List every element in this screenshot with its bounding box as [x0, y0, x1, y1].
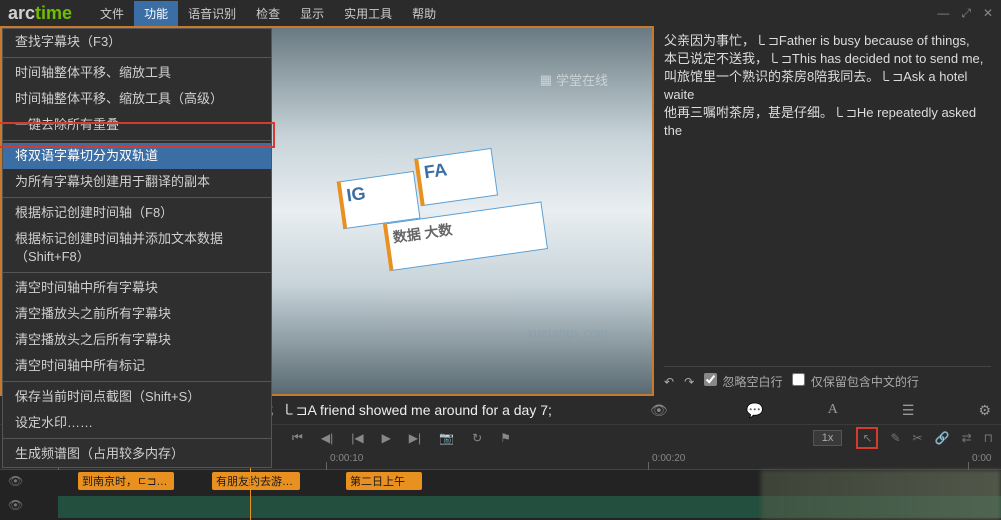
- video-preview: ▦ 学堂在线 xuetangx.com IG FA 数据 大数 查找字幕块（F3…: [0, 26, 654, 396]
- functions-dropdown: 查找字幕块（F3） 时间轴整体平移、缩放工具时间轴整体平移、缩放工具（高级）一键去…: [2, 28, 272, 468]
- dropdown-item[interactable]: 清空播放头之后所有字幕块: [3, 327, 271, 353]
- subtitle-clip[interactable]: 有朋友约去游…: [212, 472, 300, 490]
- selection-tool-icon[interactable]: ↖: [856, 427, 878, 449]
- dropdown-item[interactable]: 为所有字幕块创建用于翻译的副本: [3, 169, 271, 195]
- dropdown-item[interactable]: 清空时间轴中所有字幕块: [3, 275, 271, 301]
- maximize-icon[interactable]: ⤢: [961, 6, 971, 21]
- main-menu: 文件功能语音识别检查显示实用工具帮助: [90, 1, 446, 26]
- marker-icon[interactable]: ⚑: [500, 431, 511, 445]
- watermark-domain: xuetangx.com: [527, 325, 608, 340]
- dropdown-item[interactable]: 时间轴整体平移、缩放工具（高级）: [3, 86, 271, 112]
- menu-item[interactable]: 语音识别: [178, 1, 246, 26]
- window-controls: — ⤢ ✕: [937, 6, 993, 21]
- dropdown-item[interactable]: 查找字幕块（F3）: [3, 29, 271, 55]
- transcript-toolbar: ↶ ↷ 忽略空白行 仅保留包含中文的行: [664, 366, 991, 390]
- watermark-logo: ▦ 学堂在线: [540, 70, 608, 89]
- menu-item[interactable]: 功能: [134, 1, 178, 26]
- prev-frame-icon[interactable]: |◀: [351, 431, 363, 445]
- dropdown-separator: [3, 140, 271, 141]
- edit-tools: ↖ ✎ ✂ 🔗 ⇄ ⊓: [856, 427, 993, 449]
- dropdown-separator: [3, 57, 271, 58]
- dropdown-item[interactable]: 将双语字幕切分为双轨道: [3, 143, 271, 169]
- dropdown-item[interactable]: 根据标记创建时间轴（F8）: [3, 200, 271, 226]
- transport-controls: ⏮ ◀| |◀ ▶ ▶| 📷 ↻ ⚑: [292, 430, 511, 445]
- dropdown-separator: [3, 197, 271, 198]
- chat-icon[interactable]: 💬: [746, 402, 763, 419]
- redo-icon[interactable]: ↷: [684, 375, 694, 389]
- menu-item[interactable]: 检查: [246, 1, 290, 26]
- dropdown-item[interactable]: 时间轴整体平移、缩放工具: [3, 60, 271, 86]
- app-logo: arctime: [8, 3, 72, 24]
- track-visibility-icon[interactable]: 👁: [8, 474, 23, 488]
- ignore-blank-checkbox[interactable]: 忽略空白行: [704, 373, 782, 390]
- dropdown-separator: [3, 438, 271, 439]
- play-icon[interactable]: ▶: [382, 431, 391, 445]
- format-toolbar: 💬 A ☰ ⚙: [746, 402, 991, 419]
- dropdown-item[interactable]: 一键去除所有重叠: [3, 112, 271, 138]
- dropdown-item[interactable]: 设定水印……: [3, 410, 271, 436]
- cut-icon[interactable]: ✂: [913, 431, 923, 445]
- align-icon[interactable]: ⇄: [962, 431, 972, 445]
- menu-item[interactable]: 文件: [90, 1, 134, 26]
- dropdown-item[interactable]: 根据标记创建时间轴并添加文本数据（Shift+F8）: [3, 226, 271, 270]
- loop-icon[interactable]: ↻: [472, 431, 482, 445]
- transcript-text: 父亲因为事忙，㇄⊐Father is busy because of thing…: [664, 32, 991, 140]
- dropdown-separator: [3, 272, 271, 273]
- dropdown-item[interactable]: 生成频谱图（占用较多内存）: [3, 441, 271, 467]
- font-style-icon[interactable]: A: [828, 402, 838, 419]
- next-frame-icon[interactable]: ▶|: [409, 431, 421, 445]
- magnet-icon[interactable]: ⊓: [984, 431, 993, 445]
- list-icon[interactable]: ☰: [902, 402, 915, 419]
- close-icon[interactable]: ✕: [983, 6, 993, 21]
- edit-icon[interactable]: ✎: [890, 431, 900, 445]
- gear-icon[interactable]: ⚙: [978, 402, 991, 419]
- dropdown-item[interactable]: 清空播放头之前所有字幕块: [3, 301, 271, 327]
- menu-item[interactable]: 实用工具: [334, 1, 402, 26]
- step-back-icon[interactable]: ◀|: [321, 431, 333, 445]
- menu-item[interactable]: 帮助: [402, 1, 446, 26]
- subtitle-clip[interactable]: 第二日上午: [346, 472, 422, 490]
- undo-icon[interactable]: ↶: [664, 375, 674, 389]
- visibility-icon[interactable]: 👁: [650, 402, 668, 419]
- link-icon[interactable]: 🔗: [935, 431, 950, 445]
- dropdown-separator: [3, 381, 271, 382]
- blur-overlay: [761, 470, 1001, 520]
- keep-chinese-checkbox[interactable]: 仅保留包含中文的行: [792, 373, 918, 390]
- prev-marker-icon[interactable]: ⏮: [292, 430, 303, 445]
- playback-speed[interactable]: 1x: [813, 430, 843, 446]
- camera-icon[interactable]: 📷: [439, 431, 454, 445]
- transcript-panel: 父亲因为事忙，㇄⊐Father is busy because of thing…: [654, 26, 1001, 396]
- track-visibility-icon[interactable]: 👁: [8, 498, 23, 512]
- dropdown-item[interactable]: 清空时间轴中所有标记: [3, 353, 271, 379]
- menu-item[interactable]: 显示: [290, 1, 334, 26]
- minimize-icon[interactable]: —: [937, 6, 949, 21]
- subtitle-clip[interactable]: 到南京时，ㄷ⊐…: [78, 472, 174, 490]
- dropdown-item[interactable]: 保存当前时间点截图（Shift+S）: [3, 384, 271, 410]
